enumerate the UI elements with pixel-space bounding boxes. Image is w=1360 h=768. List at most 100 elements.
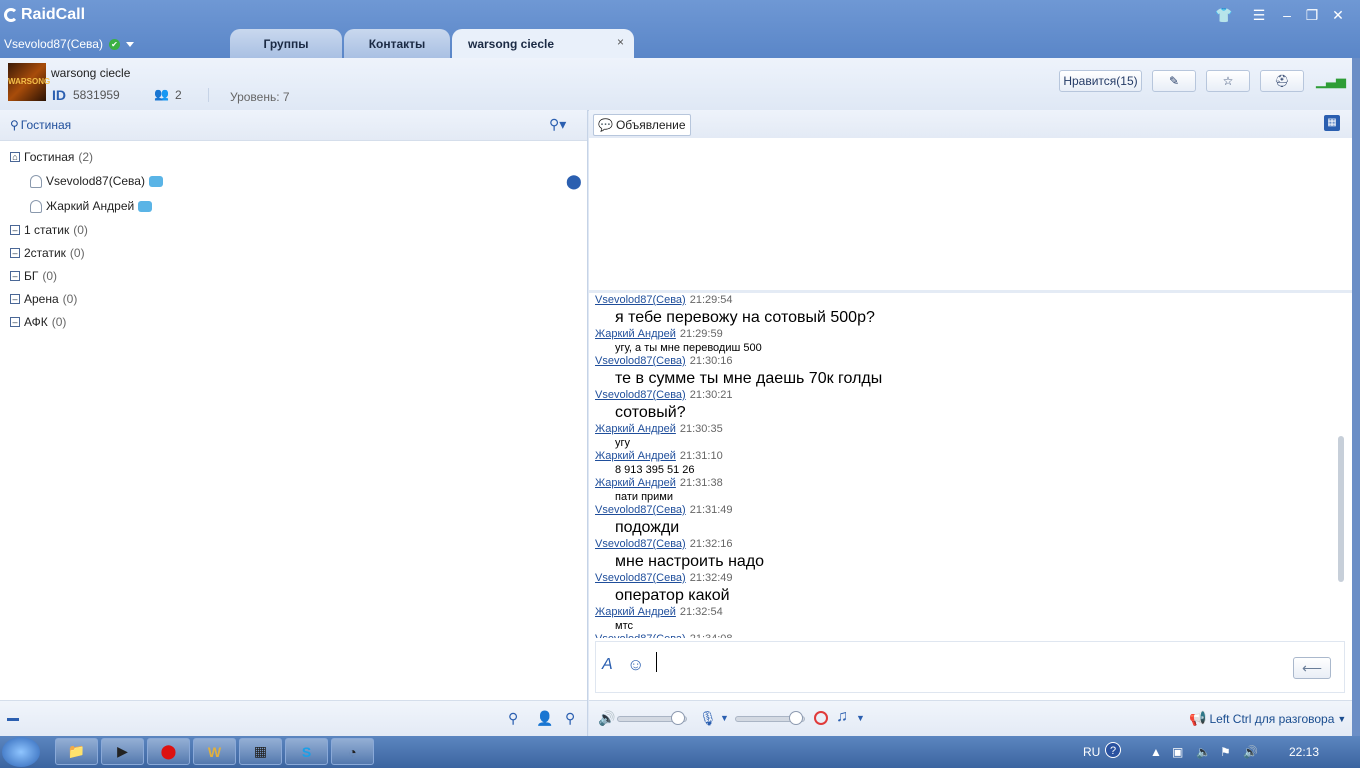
- collapse-icon[interactable]: –: [10, 271, 20, 281]
- calculator-icon: ▦: [253, 743, 268, 759]
- message-time: 21:32:16: [689, 538, 733, 550]
- announcement-button[interactable]: 💬 Объявление: [593, 114, 691, 136]
- collapse-icon[interactable]: –: [10, 317, 20, 327]
- speaker-volume-knob[interactable]: [670, 711, 685, 725]
- opera-icon: ⬤: [160, 743, 177, 759]
- mic-volume-knob[interactable]: [788, 711, 803, 725]
- tray-expand-icon[interactable]: ▲: [1150, 745, 1162, 759]
- collapse-icon[interactable]: –: [10, 294, 20, 304]
- message-text: угу: [615, 437, 631, 449]
- message-author-link[interactable]: Vsevolod87(Сева): [595, 294, 686, 306]
- user-icon: [30, 174, 42, 188]
- taskbar-app-warcraft[interactable]: W: [193, 738, 236, 765]
- start-button[interactable]: [2, 737, 40, 767]
- tab-close-icon[interactable]: ×: [617, 35, 624, 49]
- restore-button[interactable]: ❐: [1302, 6, 1322, 24]
- skin-shirt-icon[interactable]: 👕: [1214, 6, 1234, 24]
- message-author-link[interactable]: Vsevolod87(Сева): [595, 538, 686, 550]
- action-center-icon[interactable]: ⚑: [1220, 745, 1231, 759]
- calendar-icon[interactable]: ▦: [1324, 115, 1340, 131]
- message-text: мне настроить надо: [615, 553, 765, 570]
- tab-groups[interactable]: Группы: [230, 29, 342, 58]
- tab-channel[interactable]: warsong ciecle ×: [452, 29, 634, 58]
- tree-user-vsevolod[interactable]: Vsevolod87(Сева): [30, 170, 163, 192]
- taskbar-app-skype[interactable]: S: [285, 738, 328, 765]
- tab-channel-label: warsong ciecle: [468, 36, 555, 51]
- channel-header: WARSONG warsong ciecle ID 5831959 👥 2 Ур…: [0, 58, 1360, 111]
- vip-badge-icon: [138, 200, 153, 212]
- tree-group-static1[interactable]: – 1 статик (0): [10, 219, 88, 241]
- chevron-down-icon[interactable]: [125, 41, 134, 47]
- edit-profile-button[interactable]: ✎: [1152, 70, 1196, 92]
- message-author-link[interactable]: Vsevolod87(Сева): [595, 389, 686, 401]
- taskbar-app-calculator[interactable]: ▦: [239, 738, 282, 765]
- taskbar-app-folder[interactable]: 📁: [55, 738, 98, 765]
- message-author-link[interactable]: Жаркий Андрей: [595, 423, 676, 435]
- search-user-dropdown-icon[interactable]: ⚲▾: [549, 116, 566, 133]
- record-icon[interactable]: [814, 711, 828, 725]
- font-format-icon[interactable]: A: [602, 656, 613, 674]
- lobby-button[interactable]: ⚲ Гостиная: [10, 118, 71, 132]
- taskbar-app-opera[interactable]: ⬤: [147, 738, 190, 765]
- menu-list-icon[interactable]: ☰: [1249, 6, 1269, 24]
- taskbar-app-raidcall[interactable]: ◔: [331, 738, 374, 765]
- message-author-link[interactable]: Vsevolod87(Сева): [595, 572, 686, 584]
- tree-group-afk[interactable]: – АФК (0): [10, 311, 66, 333]
- message-text: я тебе перевожу на сотовый 500р?: [615, 309, 875, 326]
- chevron-down-icon[interactable]: ▼: [720, 713, 729, 723]
- close-button[interactable]: ✕: [1328, 6, 1348, 24]
- message-author-link[interactable]: Vsevolod87(Сева): [595, 633, 686, 638]
- message-header: Vsevolod87(Сева) 21:34:08: [595, 633, 1335, 638]
- chat-scrollbar-thumb[interactable]: [1338, 436, 1344, 582]
- emoji-icon[interactable]: ☺: [627, 655, 644, 675]
- message-author-link[interactable]: Жаркий Андрей: [595, 606, 676, 618]
- message-input-area[interactable]: A ☺: [595, 641, 1345, 693]
- location-pin-icon[interactable]: ⚲: [508, 710, 518, 727]
- location-pin-icon[interactable]: ⬤: [566, 173, 582, 190]
- text-cursor[interactable]: [656, 652, 657, 672]
- send-button[interactable]: ⟵: [1293, 657, 1331, 679]
- network-icon[interactable]: ▣: [1172, 745, 1183, 759]
- sound-icon[interactable]: 🔊: [1243, 745, 1258, 759]
- music-icon[interactable]: ♫: [836, 708, 848, 726]
- tree-user-andrey[interactable]: Жаркий Андрей: [30, 195, 153, 217]
- collapse-all-icon[interactable]: [7, 718, 19, 721]
- message-text: сотовый?: [615, 404, 686, 421]
- clock[interactable]: 22:13: [1289, 745, 1319, 759]
- tree-group-bg[interactable]: – БГ (0): [10, 265, 57, 287]
- raidcall-logo-icon: [4, 8, 18, 22]
- tree-count: (0): [69, 246, 85, 260]
- taskbar-app-media[interactable]: ▶: [101, 738, 144, 765]
- message-header: Жаркий Андрей 21:31:10: [595, 450, 1335, 463]
- tree-group-static2[interactable]: – 2статик (0): [10, 242, 85, 264]
- message-author-link[interactable]: Vsevolod87(Сева): [595, 504, 686, 516]
- search-icon[interactable]: ⚲: [565, 710, 575, 727]
- push-to-talk-setting[interactable]: 📢 Left Ctrl для разговора ▼: [1189, 710, 1346, 727]
- minimize-button[interactable]: –: [1277, 6, 1297, 24]
- collapse-icon[interactable]: –: [10, 248, 20, 258]
- collapse-icon[interactable]: –: [10, 225, 20, 235]
- help-icon[interactable]: ?: [1105, 742, 1121, 758]
- speaker-icon[interactable]: 🔊: [598, 710, 615, 727]
- user-status[interactable]: Vsevolod87(Сева) ✔: [4, 37, 134, 51]
- user-icon[interactable]: 👤: [536, 710, 553, 727]
- tree-group-arena[interactable]: – Арена (0): [10, 288, 77, 310]
- signal-strength-icon: ▁▃▅: [1316, 73, 1346, 88]
- channel-tree-panel: ⚲ Гостиная ⚲▾ ⌂ Гостиная (2) Vsevolod87(…: [0, 110, 588, 737]
- tab-contacts[interactable]: Контакты: [344, 29, 450, 58]
- language-indicator[interactable]: RU: [1083, 745, 1100, 759]
- favorite-button[interactable]: ☆: [1206, 70, 1250, 92]
- message-time: 21:31:10: [679, 450, 723, 462]
- microphone-icon[interactable]: 🎙: [699, 710, 717, 727]
- like-button[interactable]: Нравится(15): [1059, 70, 1142, 92]
- message-author-link[interactable]: Жаркий Андрей: [595, 450, 676, 462]
- volume-icon[interactable]: 🔈: [1196, 745, 1211, 759]
- left-toolbar: ⚲ Гостиная ⚲▾: [0, 110, 587, 141]
- message-author-link[interactable]: Жаркий Андрей: [595, 477, 676, 489]
- members-icon: 👥: [154, 87, 169, 101]
- message-author-link[interactable]: Vsevolod87(Сева): [595, 355, 686, 367]
- tree-row-lobby[interactable]: ⌂ Гостиная (2): [10, 146, 93, 168]
- message-author-link[interactable]: Жаркий Андрей: [595, 328, 676, 340]
- channel-settings-button[interactable]: ⛑: [1260, 70, 1304, 92]
- chevron-down-icon[interactable]: ▼: [856, 713, 865, 723]
